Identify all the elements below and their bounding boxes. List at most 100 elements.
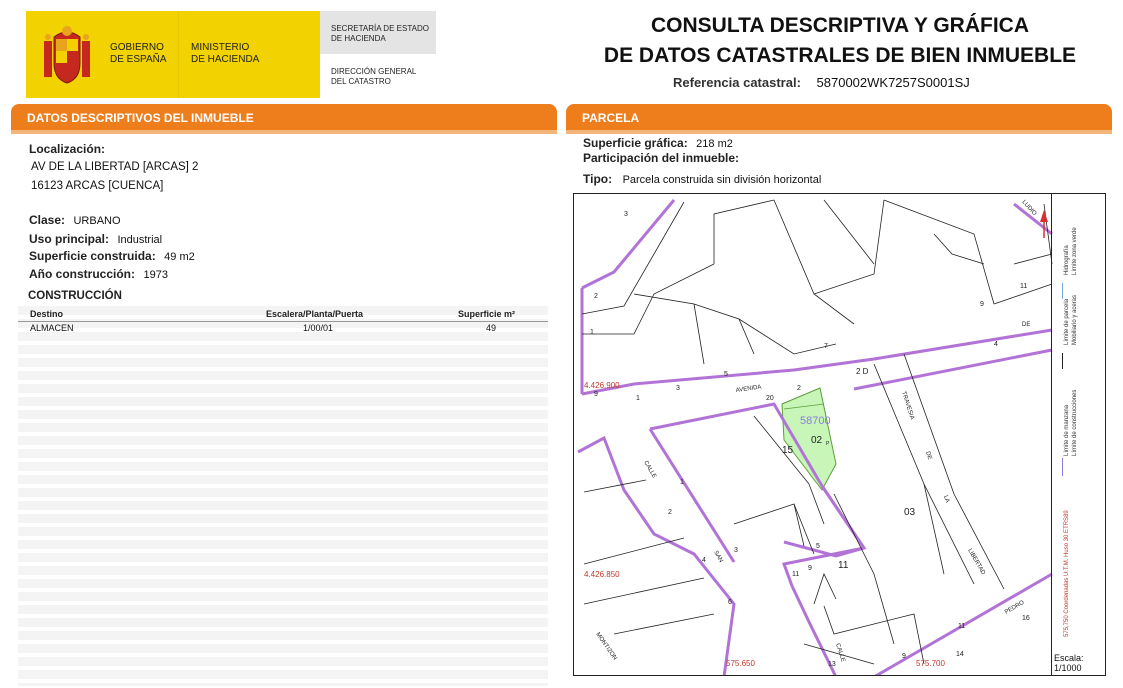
legend-limite-parcela: Límite de parcela	[1064, 298, 1070, 345]
coord-x-left: 575.650	[726, 659, 755, 668]
legend-hidrografia: Hidrografía	[1064, 245, 1070, 275]
construction-table: Destino Escalera/Planta/Puerta Superfici…	[18, 306, 548, 686]
house-number: 3	[624, 211, 628, 218]
ministry-text: MINISTERIO DE HACIENDA	[191, 42, 259, 66]
col-superficie-header: Superficie m²	[458, 309, 516, 319]
superficie-grafica-label: Superficie gráfica:	[583, 136, 688, 150]
house-number: 9	[980, 301, 984, 308]
house-number: 1	[590, 329, 594, 336]
superficie-grafica-value: 218 m2	[696, 138, 733, 150]
legend-zona-verde: Límite zona verde	[1072, 227, 1078, 275]
house-number: 9	[902, 653, 906, 660]
house-number: 11	[792, 571, 799, 578]
house-number: 11	[1020, 283, 1027, 290]
map-svg: AVENIDA 2 D DE CALLE SAN TRAVESIA DE LA …	[577, 199, 1053, 675]
direction-text: DIRECCIÓN GENERAL DEL CATASTRO	[331, 67, 416, 87]
logo-divider	[178, 11, 179, 98]
street-label-de2: DE	[924, 451, 932, 461]
legend-line-hidrografia	[1062, 283, 1063, 299]
superficie-grafica-row: Superficie gráfica: 218 m2	[583, 134, 733, 152]
house-number: 3	[734, 547, 738, 554]
table-header-line	[18, 321, 548, 322]
scale-label: Escala:	[1054, 653, 1084, 663]
location-line1: AV DE LA LIBERTAD [ARCAS] 2	[31, 161, 199, 173]
street-label-2d: 2 D	[856, 367, 869, 376]
clase-value: URBANO	[73, 215, 121, 227]
title-line2: DE DATOS CATASTRALES DE BIEN INMUEBLE	[603, 44, 1077, 67]
uso-value: Industrial	[117, 234, 163, 246]
anio-label: Año construcción:	[29, 267, 136, 281]
parcel-ref-label: 58700	[800, 415, 831, 427]
direction-line1: DIRECCIÓN GENERAL	[331, 67, 417, 76]
parcel-section-title: PARCELA	[582, 111, 640, 125]
coord-y-bottom: 4.426.850	[584, 570, 620, 579]
location-line2: 16123 ARCAS [CUENCA]	[31, 180, 164, 192]
house-number: 2	[797, 385, 801, 392]
house-number: 4	[994, 341, 998, 348]
coord-y-top: 4.426.900	[584, 381, 620, 390]
secretary-line2: DE HACIENDA	[331, 34, 386, 43]
tipo-row: Tipo: Parcela construida sin división ho…	[583, 170, 821, 188]
logo-block: GOBIERNO DE ESPAÑA MINISTERIO DE HACIEND…	[26, 11, 438, 98]
row1-destino: ALMACEN	[30, 323, 74, 333]
gov-text: GOBIERNO DE ESPAÑA	[110, 42, 167, 66]
house-number: 14	[956, 651, 964, 658]
descriptive-section-header: DATOS DESCRIPTIVOS DEL INMUEBLE	[11, 104, 557, 134]
block-num-03: 03	[904, 507, 916, 518]
direction-line2: DEL CATASTRO	[331, 77, 391, 86]
col-destino-header: Destino	[30, 309, 64, 319]
scale-value: 1/1000	[1054, 663, 1082, 673]
legend-limite-construcciones: Límite de construcciones	[1072, 389, 1078, 456]
house-number: 5	[816, 543, 820, 550]
legend-mobiliario: Mobiliario y aceras	[1072, 294, 1078, 345]
tipo-label: Tipo:	[583, 172, 613, 186]
ref-label: Referencia catastral:	[673, 75, 801, 90]
coord-x-right: 575.700	[916, 659, 945, 668]
house-number: 4	[702, 557, 706, 564]
legend-line-parcela	[1062, 353, 1063, 369]
parcel-id-label: 02	[811, 435, 823, 446]
secretary-line1: SECRETARÍA DE ESTADO	[331, 24, 429, 33]
table-stripes	[18, 306, 548, 686]
highlighted-parcel[interactable]	[781, 387, 837, 491]
house-number: 2	[594, 293, 598, 300]
uso-label: Uso principal:	[29, 232, 110, 246]
anio-value: 1973	[143, 269, 168, 281]
location-label: Localización:	[29, 142, 106, 156]
house-number: 5	[724, 371, 728, 378]
cadastral-reference: Referencia catastral: 5870002WK7257S0001…	[673, 75, 970, 90]
ref-value[interactable]: 5870002WK7257S0001SJ	[817, 75, 970, 90]
street-label-avenida: AVENIDA	[735, 384, 761, 394]
block-num-15: 15	[782, 445, 794, 456]
tipo-value: Parcela construida sin división horizont…	[622, 174, 822, 186]
house-number: 16	[1022, 615, 1030, 622]
house-number: 2	[668, 509, 672, 516]
scale-box: Escala: 1/1000	[1054, 653, 1084, 673]
legend-limite-manzana: Límite de manzana	[1064, 404, 1070, 456]
superficie-row: Superficie construida: 49 m2	[29, 247, 195, 265]
house-number: 3	[676, 385, 680, 392]
superficie-value: 49 m2	[164, 251, 195, 263]
house-number: 9	[594, 391, 598, 398]
map-legend: Límite de manzana Límite de construccion…	[1051, 193, 1106, 676]
document-title: CONSULTA DESCRIPTIVA Y GRÁFICA DE DATOS …	[600, 11, 1080, 71]
house-number: 6	[728, 599, 732, 606]
gov-line2: DE ESPAÑA	[110, 54, 167, 65]
street-label-montizon: MONTIZON	[594, 632, 617, 662]
street-label-libertad: LIBERTAD	[966, 548, 986, 577]
street-label-san: SAN	[712, 550, 723, 564]
secretary-text: SECRETARÍA DE ESTADO DE HACIENDA	[331, 24, 429, 44]
clase-label: Clase:	[29, 213, 66, 227]
section-underline	[11, 130, 557, 134]
street-label-calle: CALLE	[642, 460, 657, 479]
coat-of-arms-icon	[44, 26, 90, 84]
ministry-line1: MINISTERIO	[191, 42, 250, 53]
house-number: 20	[766, 395, 774, 402]
house-number: 13	[828, 661, 836, 668]
anio-row: Año construcción: 1973	[29, 265, 168, 283]
row1-planta: 1/00/01	[303, 323, 334, 333]
house-number: 1	[636, 395, 640, 402]
house-number: 7	[824, 343, 828, 350]
cadastral-map[interactable]: AVENIDA 2 D DE CALLE SAN TRAVESIA DE LA …	[573, 193, 1106, 676]
participacion-label: Participación del inmueble:	[583, 151, 740, 165]
